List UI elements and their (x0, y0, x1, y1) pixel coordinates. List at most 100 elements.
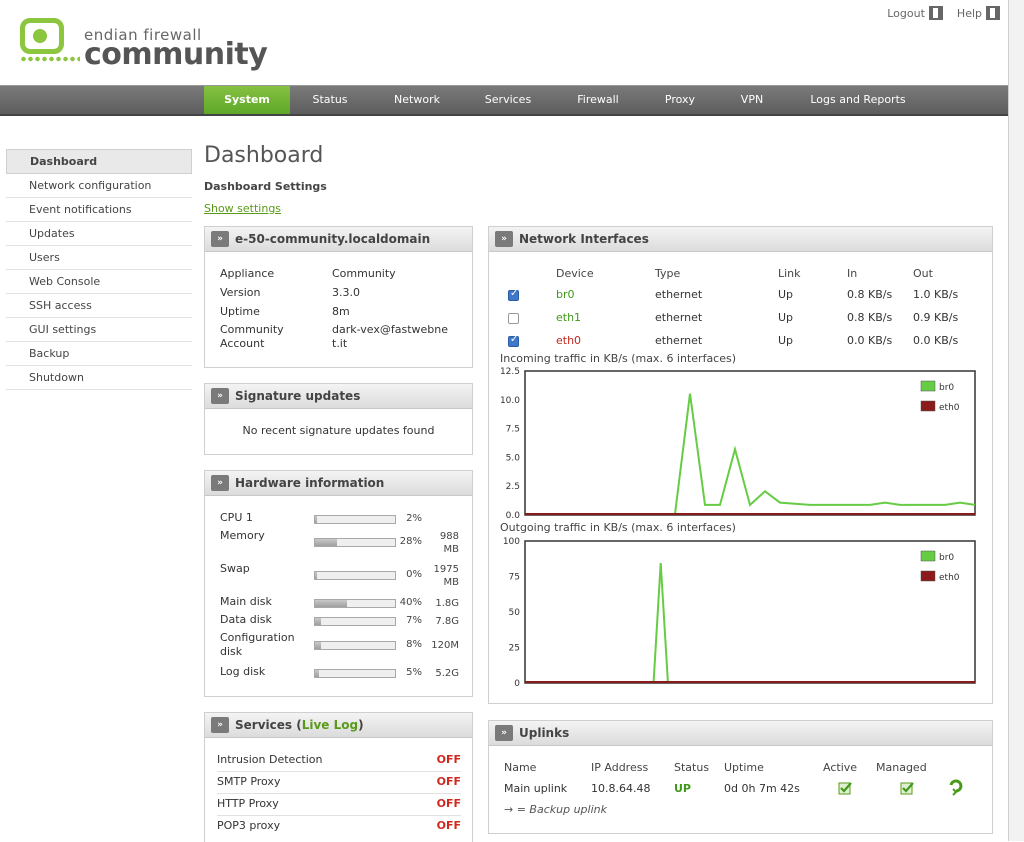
legend-label-eth0: eth0 (939, 573, 960, 583)
uptime-value: 8m (332, 305, 350, 318)
service-row: POP3 proxy OFF (217, 815, 461, 837)
col-in: In (847, 267, 858, 280)
plot-frame (524, 540, 976, 684)
device-in: 0.8 KB/s (847, 288, 893, 301)
collapse-arrow-icon[interactable]: » (211, 231, 229, 247)
nav-status[interactable]: Status (298, 86, 362, 114)
uplinks-panel-header[interactable]: » Uplinks (489, 721, 992, 746)
eth0-checkbox[interactable] (508, 334, 519, 347)
nav-system[interactable]: System (204, 86, 290, 114)
collapse-arrow-icon[interactable]: » (211, 475, 229, 491)
reconnect-icon[interactable] (948, 779, 964, 796)
service-status[interactable]: OFF (437, 749, 461, 771)
usage-bar-fill (315, 600, 347, 607)
legend-label-eth0: eth0 (939, 403, 960, 413)
legend-label-br0: br0 (939, 553, 954, 563)
services-title: Services ( (235, 718, 302, 732)
eth1-checkbox[interactable] (508, 313, 519, 324)
service-label: SMTP Proxy (217, 775, 281, 788)
logout-link[interactable]: Logout (887, 6, 943, 20)
hardware-panel-title: Hardware information (235, 476, 385, 490)
nav-proxy[interactable]: Proxy (650, 86, 710, 114)
hardware-label: Swap (220, 562, 250, 575)
sidebar-item-web-console[interactable]: Web Console (6, 270, 192, 294)
appliance-panel-title: e-50-community.localdomain (235, 232, 431, 246)
logo-line2: community (84, 37, 268, 72)
collapse-arrow-icon[interactable]: » (211, 717, 229, 733)
hardware-panel: » Hardware information CPU 1 2% Memory 28% 98… (204, 470, 473, 697)
sidebar-item-shutdown[interactable]: Shutdown (6, 366, 192, 390)
sidebar-item-network-configuration[interactable]: Network configuration (6, 174, 192, 198)
outgoing-chart-title: Outgoing traffic in KB/s (max. 6 interfa… (500, 521, 736, 534)
uplink-status: UP (674, 782, 691, 795)
show-settings-link[interactable]: Show settings (204, 202, 281, 215)
sidebar-item-backup[interactable]: Backup (6, 342, 192, 366)
collapse-arrow-icon[interactable]: » (211, 388, 229, 404)
col-uptime: Uptime (724, 761, 764, 774)
live-log-link[interactable]: Live Log (302, 718, 358, 732)
sidebar-item-gui-settings[interactable]: GUI settings (6, 318, 192, 342)
active-check-icon[interactable] (838, 781, 853, 795)
nav-services[interactable]: Services (472, 86, 544, 114)
nav-vpn[interactable]: VPN (728, 86, 776, 114)
col-status: Status (674, 761, 710, 774)
signature-updates-panel: » Signature updates No recent signature u… (204, 383, 473, 455)
hardware-panel-header[interactable]: » Hardware information (205, 471, 472, 496)
service-label: HTTP Proxy (217, 797, 279, 810)
managed-check-icon[interactable] (900, 781, 915, 795)
service-status[interactable]: OFF (437, 771, 461, 793)
hardware-label: Configuration disk (220, 631, 295, 658)
br0-checkbox[interactable] (508, 288, 519, 301)
help-link[interactable]: Help (957, 6, 1000, 20)
usage-bar (314, 599, 396, 608)
version-key: Version (220, 286, 261, 299)
sidebar-item-ssh-access[interactable]: SSH access (6, 294, 192, 318)
appliance-value: Community (332, 267, 396, 280)
device-name: eth1 (556, 311, 582, 324)
uptime-key: Uptime (220, 305, 260, 318)
network-panel-title: Network Interfaces (519, 232, 649, 246)
main-nav: System Status Network Services Firewall … (0, 85, 1008, 116)
sidebar-item-dashboard[interactable]: Dashboard (6, 149, 192, 174)
network-panel-header[interactable]: » Network Interfaces (489, 227, 992, 252)
service-status[interactable]: OFF (437, 815, 461, 837)
usage-size: 120M (431, 640, 459, 651)
logout-label: Logout (887, 6, 925, 20)
usage-bar (314, 669, 396, 678)
sidebar-item-users[interactable]: Users (6, 246, 192, 270)
nav-logs-and-reports[interactable]: Logs and Reports (796, 86, 920, 114)
usage-size: 5.2G (435, 668, 459, 679)
help-label: Help (956, 6, 982, 20)
collapse-arrow-icon[interactable]: » (495, 231, 513, 247)
device-out: 0.0 KB/s (913, 334, 959, 347)
service-row: HTTP Proxy OFF (217, 793, 461, 816)
appliance-panel-header[interactable]: » e-50-community.localdomain (205, 227, 472, 252)
incoming-chart-title: Incoming traffic in KB/s (max. 6 interfa… (500, 352, 737, 365)
service-label: Intrusion Detection (217, 753, 323, 766)
nav-firewall[interactable]: Firewall (564, 86, 632, 114)
appliance-key: Appliance (220, 267, 275, 280)
device-type: ethernet (655, 288, 703, 301)
usage-bar-fill (315, 670, 319, 677)
service-row: SMTP Proxy OFF (217, 771, 461, 794)
service-status[interactable]: OFF (437, 793, 461, 815)
sidebar-item-event-notifications[interactable]: Event notifications (6, 198, 192, 222)
sidebar-item-updates[interactable]: Updates (6, 222, 192, 246)
usage-bar-fill (315, 516, 317, 523)
y-tick-label: 100 (503, 537, 520, 547)
endian-logo[interactable]: endian firewall community (20, 18, 268, 72)
collapse-arrow-icon[interactable]: » (495, 725, 513, 741)
device-out: 0.9 KB/s (913, 311, 959, 324)
incoming-traffic-chart: 12.5 10.0 7.5 5.0 2.5 0.0 br0 eth0 (500, 367, 976, 521)
usage-bar (314, 641, 396, 650)
usage-percent: 40% (399, 597, 422, 608)
signature-panel-header[interactable]: » Signature updates (205, 384, 472, 409)
uplinks-panel-title: Uplinks (519, 726, 570, 740)
usage-percent: 0% (406, 569, 422, 580)
outgoing-traffic-chart: 100 75 50 25 0 br0 eth0 (503, 537, 976, 689)
services-panel-header[interactable]: » Services (Live Log) (205, 713, 472, 738)
usage-bar (314, 571, 396, 580)
col-device: Device (556, 267, 594, 280)
nav-network[interactable]: Network (382, 86, 452, 114)
device-out: 1.0 KB/s (913, 288, 959, 301)
